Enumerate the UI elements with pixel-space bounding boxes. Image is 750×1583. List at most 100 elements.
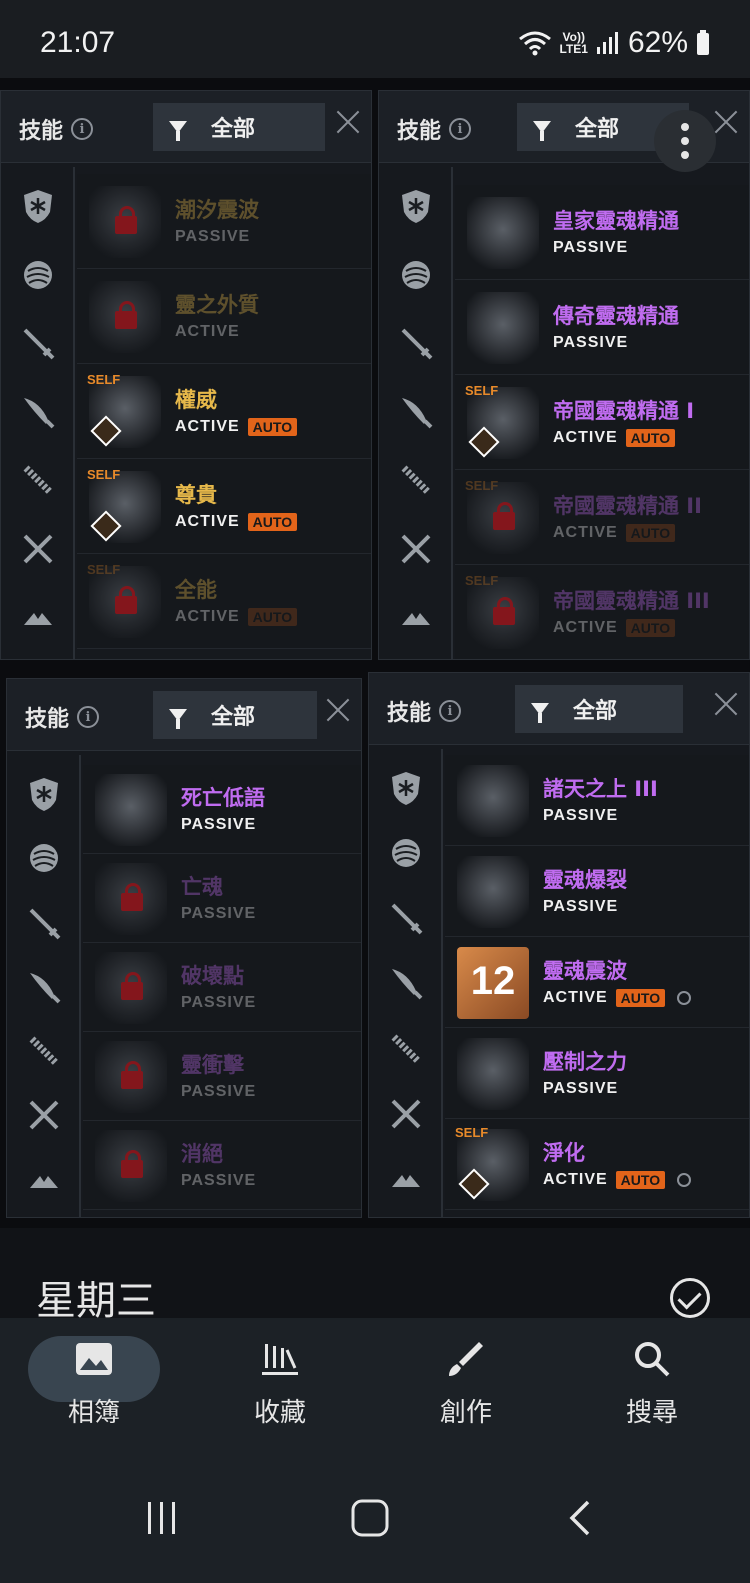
skill-row[interactable]: 靈衝擊 PASSIVE <box>83 1032 361 1121</box>
auto-badge: AUTO <box>625 429 676 447</box>
chain-blade-icon[interactable] <box>19 461 57 499</box>
chain-blade-icon[interactable] <box>25 1032 63 1070</box>
sword-icon[interactable] <box>19 324 57 362</box>
skill-icon <box>467 197 539 269</box>
skill-row[interactable]: 消絕 PASSIVE <box>83 1121 361 1210</box>
skill-name: 全能 <box>175 578 217 602</box>
filter-dropdown[interactable]: 全部 <box>153 103 325 151</box>
recent-apps-icon[interactable] <box>142 1498 182 1538</box>
greatsword-icon[interactable] <box>397 393 435 431</box>
shield-icon[interactable] <box>25 775 63 813</box>
axes-icon[interactable] <box>397 598 435 636</box>
select-all-check-icon[interactable] <box>670 1278 710 1318</box>
home-icon[interactable] <box>350 1498 390 1538</box>
skill-row[interactable]: 諸天之上 III PASSIVE <box>445 755 749 846</box>
skill-row[interactable]: SELF 淨化 ACTIVE AUTO <box>445 1119 749 1210</box>
skill-row[interactable]: SELF 帝國靈魂精通 I ACTIVE AUTO <box>455 375 749 470</box>
more-options-button[interactable] <box>654 110 716 172</box>
skill-row[interactable]: SELF 權威 ACTIVE AUTO <box>77 364 371 459</box>
nav-tab-create[interactable]: 創作 <box>396 1338 536 1429</box>
dot-icon <box>681 123 689 131</box>
close-icon[interactable] <box>325 697 351 723</box>
skill-name: 權威 <box>175 388 217 412</box>
skill-icon: SELF <box>465 478 539 554</box>
close-icon[interactable] <box>335 109 361 135</box>
sword-icon[interactable] <box>387 899 425 937</box>
skill-type: ACTIVE <box>543 1171 608 1188</box>
panel-title: 技能 i <box>397 113 472 145</box>
skill-row[interactable]: SELF 帝國靈魂精通 III ACTIVE AUTO <box>455 565 749 659</box>
skill-row[interactable]: 皇家靈魂精通 PASSIVE <box>455 185 749 280</box>
auto-badge: AUTO <box>247 418 298 436</box>
nav-tab-search[interactable]: 搜尋 <box>582 1338 722 1429</box>
skill-list: 諸天之上 III PASSIVE 靈魂爆裂 PASSIVE 12 靈魂震波 ACTIVE AU… <box>445 749 749 1217</box>
shield-icon[interactable] <box>387 769 425 807</box>
info-icon[interactable]: i <box>77 706 100 728</box>
skill-row[interactable]: SELF 尊貴 ACTIVE AUTO <box>77 459 371 554</box>
filter-icon <box>169 709 187 729</box>
filter-dropdown[interactable]: 全部 <box>153 691 317 739</box>
panel-title: 技能 i <box>387 695 462 727</box>
back-icon[interactable] <box>562 1498 602 1538</box>
signal-icon <box>596 32 618 54</box>
skill-icon <box>89 186 161 258</box>
skill-row[interactable]: 破壞點 PASSIVE <box>83 943 361 1032</box>
skill-row[interactable]: SELF 帝國靈魂精通 II ACTIVE AUTO <box>455 470 749 565</box>
crossed-swords-icon[interactable] <box>19 530 57 568</box>
axes-icon[interactable] <box>25 1161 63 1199</box>
greatsword-icon[interactable] <box>19 393 57 431</box>
greatsword-icon[interactable] <box>387 964 425 1002</box>
skill-type-line: ACTIVE AUTO <box>543 989 692 1007</box>
skill-name: 靈衝擊 <box>181 1053 244 1077</box>
info-icon[interactable]: i <box>449 118 472 140</box>
skill-type-line: PASSIVE <box>543 898 618 916</box>
game-screenshot-collage[interactable]: 技能 i 全部 潮汐震波 PASSIVE 靈之外質 ACTIVE SELF 權威 ACTIVE AU… <box>0 78 750 1228</box>
nav-tab-library[interactable]: 收藏 <box>210 1338 350 1429</box>
chain-blade-icon[interactable] <box>387 1030 425 1068</box>
close-icon[interactable] <box>713 691 739 717</box>
orb-icon[interactable] <box>397 256 435 294</box>
greatsword-icon[interactable] <box>25 968 63 1006</box>
nav-tab-albums[interactable]: 相簿 <box>24 1338 164 1429</box>
skill-row[interactable]: 亡魂 PASSIVE <box>83 854 361 943</box>
crossed-swords-icon[interactable] <box>397 530 435 568</box>
shield-icon[interactable] <box>397 187 435 225</box>
skill-type: ACTIVE <box>543 989 608 1006</box>
axes-icon[interactable] <box>19 598 57 636</box>
auto-badge: AUTO <box>615 1171 666 1189</box>
skill-level-number: 12 <box>470 959 516 1003</box>
brush-icon <box>445 1338 487 1380</box>
skill-row[interactable]: 12 靈魂震波 ACTIVE AUTO <box>445 937 749 1028</box>
sword-icon[interactable] <box>25 904 63 942</box>
filter-dropdown[interactable]: 全部 <box>515 685 683 733</box>
crossed-swords-icon[interactable] <box>387 1095 425 1133</box>
close-icon[interactable] <box>713 109 739 135</box>
skill-panel: 技能 i 全部死亡低語 PASSIVE 亡魂 PASSIVE 破壞點 PASSIVE 靈衝擊 PA… <box>6 678 362 1218</box>
skill-icon: SELF <box>87 372 161 448</box>
shield-icon[interactable] <box>19 187 57 225</box>
chain-blade-icon[interactable] <box>397 461 435 499</box>
info-icon[interactable]: i <box>439 700 462 722</box>
skill-row[interactable]: 潮汐震波 PASSIVE <box>77 174 371 269</box>
skill-name: 尊貴 <box>175 483 217 507</box>
skill-row[interactable]: 傳奇靈魂精通 PASSIVE <box>455 280 749 375</box>
orb-icon[interactable] <box>19 256 57 294</box>
orb-icon[interactable] <box>25 839 63 877</box>
skill-type-line: PASSIVE <box>553 239 628 257</box>
skill-icon: SELF <box>455 1125 529 1201</box>
info-icon[interactable]: i <box>71 118 94 140</box>
skill-row[interactable]: 死亡低語 PASSIVE <box>83 765 361 854</box>
axes-icon[interactable] <box>387 1160 425 1198</box>
skill-type-line: PASSIVE <box>553 334 628 352</box>
skill-row[interactable]: 壓制之力 PASSIVE <box>445 1028 749 1119</box>
sword-icon[interactable] <box>397 324 435 362</box>
skill-row[interactable]: 靈之外質 ACTIVE <box>77 269 371 364</box>
dot-icon <box>681 151 689 159</box>
skill-icon <box>89 281 161 353</box>
crossed-swords-icon[interactable] <box>25 1096 63 1134</box>
self-target-badge: SELF <box>87 467 121 482</box>
skill-row[interactable]: SELF 全能 ACTIVE AUTO <box>77 554 371 649</box>
orb-icon[interactable] <box>387 834 425 872</box>
skill-row[interactable]: 靈魂爆裂 PASSIVE <box>445 846 749 937</box>
panel-title: 技能 i <box>25 701 100 733</box>
